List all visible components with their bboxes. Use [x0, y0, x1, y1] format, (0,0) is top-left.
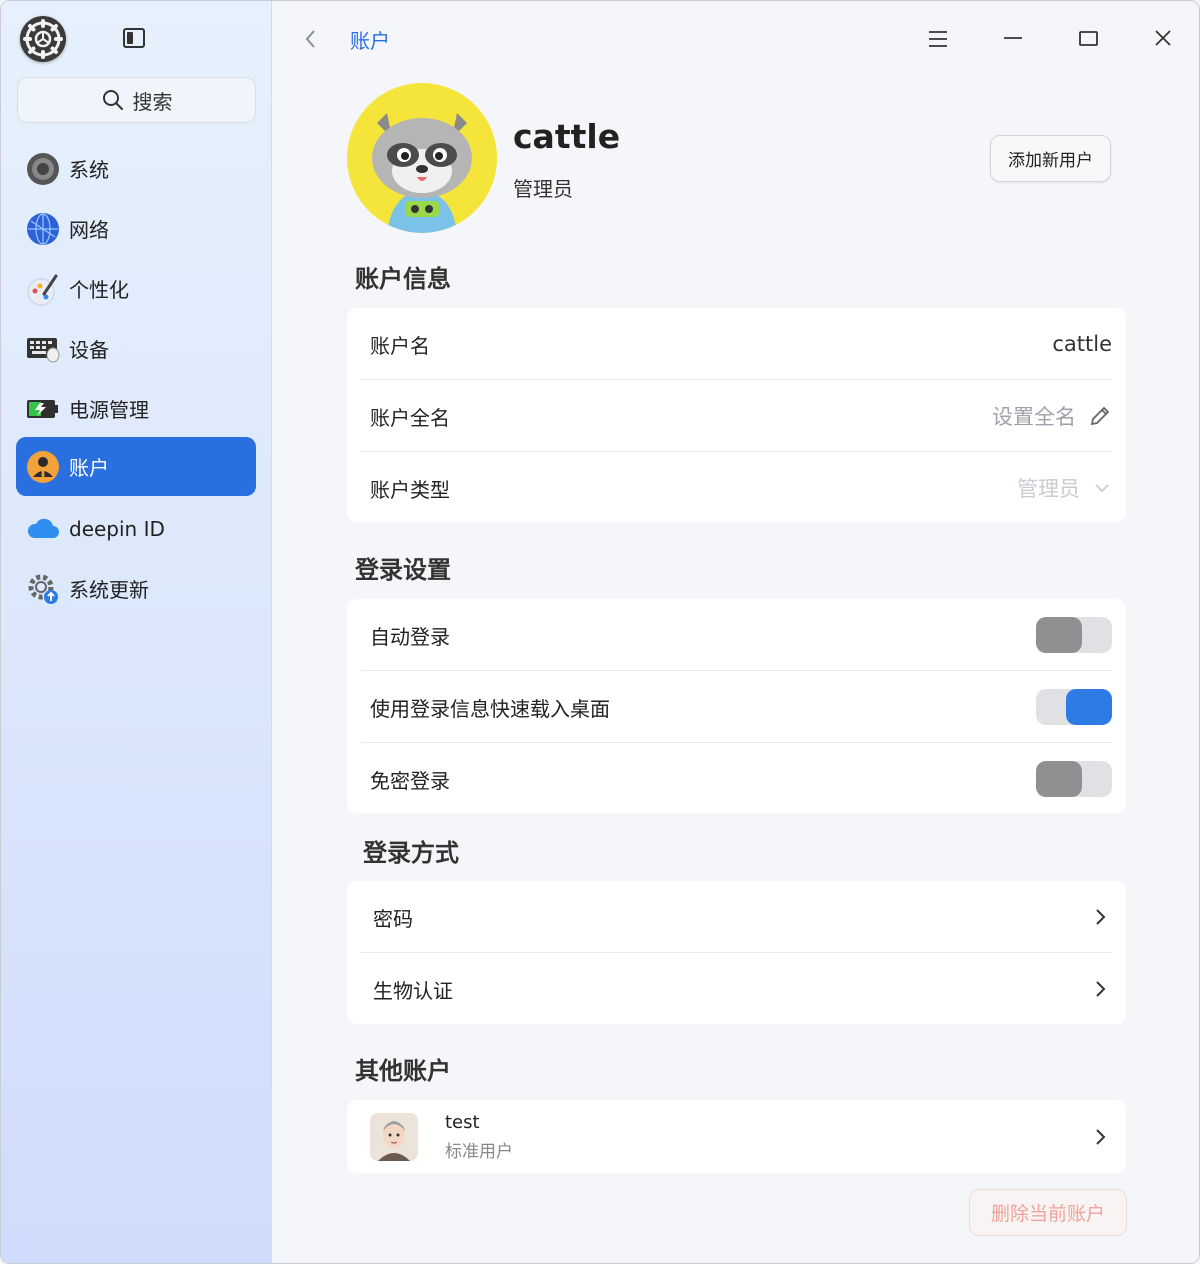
login-settings-card: 自动登录 使用登录信息快速载入桌面 免密登录	[347, 599, 1126, 813]
row-label: 密码	[373, 906, 413, 931]
full-name-row: 账户全名 设置全名	[361, 380, 1112, 452]
row-label: 免密登录	[370, 768, 450, 793]
section-title-login-settings: 登录设置	[355, 556, 451, 584]
sidebar-item-label: 系统	[69, 158, 109, 182]
other-accounts-card: test 标准用户	[347, 1100, 1126, 1173]
sidebar-item-label: 电源管理	[69, 398, 149, 422]
sidebar-item-label: 账户	[69, 456, 109, 480]
sidebar-toggle-icon[interactable]	[123, 28, 145, 48]
section-title-other-accounts: 其他账户	[355, 1057, 451, 1085]
chevron-right-icon	[1096, 1128, 1106, 1145]
power-icon	[26, 392, 60, 426]
sidebar: 搜索 系统 网络 个性化 设备 电源管理 账户 deepin ID 系统更新	[1, 1, 272, 1263]
back-icon[interactable]	[299, 27, 323, 51]
row-label: 自动登录	[370, 624, 450, 649]
biometric-row[interactable]: 生物认证	[361, 953, 1112, 1025]
chevron-right-icon	[1096, 909, 1106, 925]
sidebar-item-deepin-id[interactable]: deepin ID	[16, 499, 256, 558]
user-avatar[interactable]	[347, 83, 497, 233]
sidebar-item-power[interactable]: 电源管理	[16, 379, 256, 438]
account-icon	[26, 450, 60, 484]
sidebar-item-label: 网络	[69, 218, 109, 242]
full-name-placeholder[interactable]: 设置全名	[992, 401, 1076, 431]
chevron-down-icon	[1095, 484, 1109, 493]
search-label: 搜索	[132, 89, 173, 114]
menu-icon[interactable]	[923, 23, 953, 53]
quick-login-toggle[interactable]	[1036, 689, 1112, 725]
row-label: 账户类型	[370, 477, 450, 502]
network-icon	[26, 212, 60, 246]
update-icon	[26, 572, 60, 606]
row-label: 账户名	[370, 333, 430, 358]
system-icon	[26, 152, 60, 186]
page-title: 账户	[350, 29, 390, 53]
account-name-value: cattle	[1052, 332, 1112, 356]
sidebar-item-personalization[interactable]: 个性化	[16, 259, 256, 318]
other-user-type: 标准用户	[445, 1141, 513, 1162]
password-row[interactable]: 密码	[361, 881, 1112, 953]
account-type-row: 账户类型 管理员	[361, 452, 1112, 524]
sidebar-item-account[interactable]: 账户	[16, 437, 256, 496]
minimize-icon[interactable]	[998, 23, 1028, 53]
user-name: cattle	[513, 117, 621, 156]
account-info-card: 账户名 cattle 账户全名 设置全名 账户类型 管理员	[347, 308, 1126, 522]
row-label: 使用登录信息快速载入桌面	[370, 696, 610, 721]
section-title-login-methods: 登录方式	[363, 839, 459, 867]
device-icon	[26, 332, 60, 366]
search-icon	[102, 90, 123, 110]
passwordless-login-row: 免密登录	[361, 743, 1112, 815]
quick-login-row: 使用登录信息快速载入桌面	[361, 671, 1112, 743]
settings-window: 搜索 系统 网络 个性化 设备 电源管理 账户 deepin ID 系统更新 账…	[0, 0, 1200, 1264]
sidebar-item-label: deepin ID	[69, 516, 165, 541]
row-label: 生物认证	[373, 978, 453, 1003]
sidebar-item-label: 个性化	[69, 278, 129, 302]
account-type-value: 管理员	[1017, 477, 1080, 501]
passwordless-login-toggle[interactable]	[1036, 761, 1112, 797]
control-center-logo-icon	[20, 16, 66, 62]
add-user-button[interactable]: 添加新用户	[990, 135, 1111, 182]
auto-login-row: 自动登录	[361, 599, 1112, 671]
sidebar-item-update[interactable]: 系统更新	[16, 559, 256, 618]
close-icon[interactable]	[1148, 23, 1178, 53]
sidebar-item-system[interactable]: 系统	[16, 139, 256, 198]
sidebar-item-device[interactable]: 设备	[16, 319, 256, 378]
sidebar-item-label: 设备	[69, 338, 109, 362]
cloud-icon	[26, 512, 60, 546]
other-user-avatar	[370, 1112, 418, 1161]
maximize-icon[interactable]	[1073, 23, 1103, 53]
sidebar-item-network[interactable]: 网络	[16, 199, 256, 258]
login-methods-card: 密码 生物认证	[347, 881, 1126, 1024]
account-name-row: 账户名 cattle	[361, 308, 1112, 380]
row-label: 账户全名	[370, 405, 450, 430]
delete-account-button[interactable]: 删除当前账户	[969, 1189, 1127, 1236]
sidebar-item-label: 系统更新	[69, 578, 149, 602]
auto-login-toggle[interactable]	[1036, 617, 1112, 653]
other-user-name: test	[445, 1111, 480, 1133]
personalization-icon	[26, 272, 60, 306]
edit-icon[interactable]	[1088, 404, 1112, 428]
other-user-row[interactable]: test 标准用户	[361, 1100, 1112, 1173]
search-input[interactable]: 搜索	[17, 77, 256, 123]
chevron-right-icon	[1096, 981, 1106, 997]
account-type-select[interactable]: 管理员	[1017, 473, 1112, 503]
user-role: 管理员	[513, 177, 573, 201]
section-title-account-info: 账户信息	[355, 265, 451, 293]
